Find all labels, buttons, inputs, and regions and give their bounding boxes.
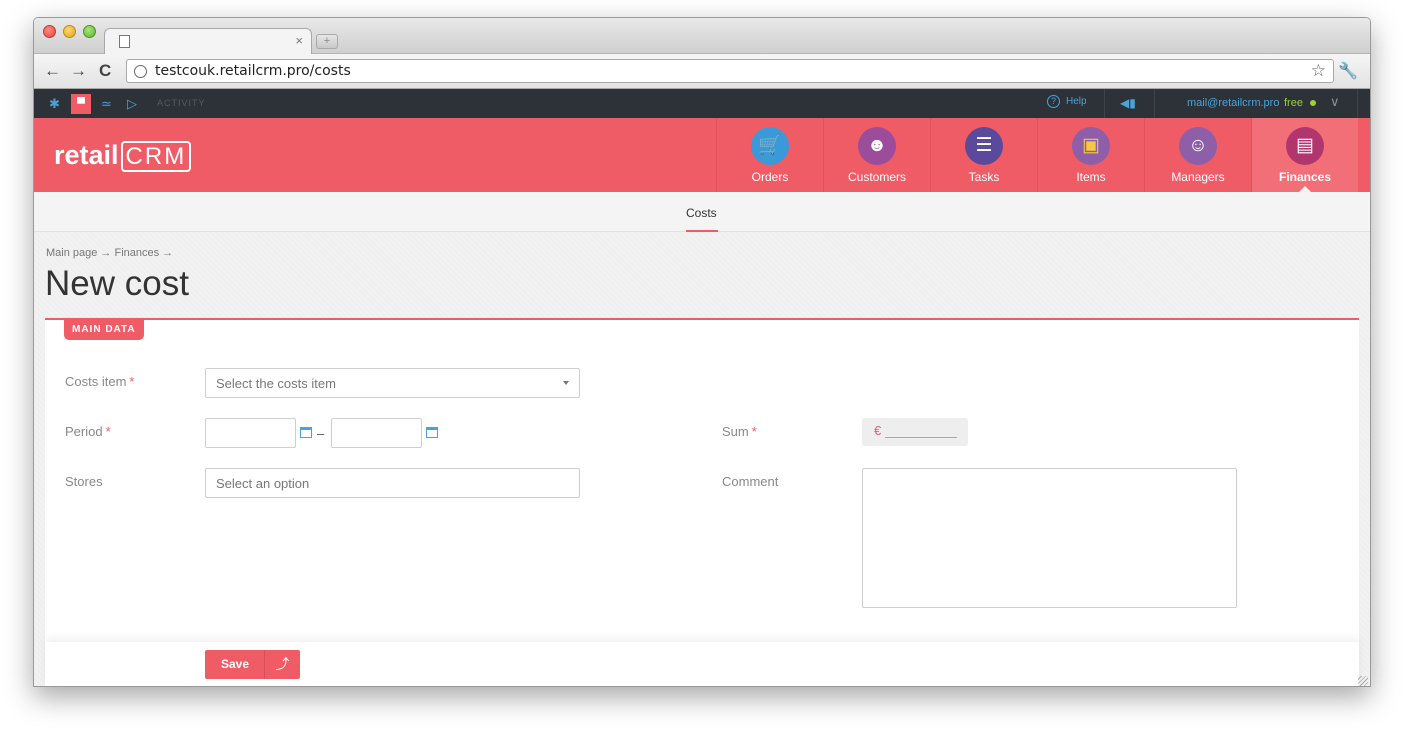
help-label: Help [1066,96,1087,107]
analytics-icon[interactable]: ≃ [101,96,112,112]
stores-placeholder: Select an option [216,476,310,491]
costs-item-label-text: Costs item [65,374,127,389]
browser-window: × + ← → C testcouk.retailcrm.pro/costs ☆… [33,17,1371,687]
close-window-button[interactable] [43,25,56,38]
tab-costs[interactable]: Costs [686,206,717,220]
tab-close-icon[interactable]: × [295,33,303,48]
period-label-text: Period [65,424,103,439]
calendar-icon[interactable] [300,427,312,438]
browser-titlebar: × + [34,18,1370,55]
form-footer: Save ⤴ [45,642,1359,686]
zoom-window-button[interactable] [83,25,96,38]
play-icon[interactable]: ▷ [127,96,137,112]
comment-label: Comment [722,474,779,489]
chat-list-icon: ☰ [965,127,1003,165]
globe-icon [134,65,147,78]
required-mark: * [751,424,757,439]
sum-underline [885,437,957,438]
nav-items[interactable]: ▣ Items [1037,118,1144,192]
cart-icon: 🛒 [751,127,789,165]
save-label: Save [220,657,250,671]
main-data-panel: MAIN DATA Costs item * Select the costs i… [45,318,1359,686]
content-area: Main page → Finances → New cost MAIN DAT… [34,232,1370,686]
section-badge: MAIN DATA [64,320,144,340]
finance-list-icon: ▤ [1286,127,1324,165]
costs-item-select[interactable]: Select the costs item [205,368,580,398]
activity-label[interactable]: ACTIVITY [157,98,206,108]
costs-item-placeholder: Select the costs item [216,376,336,391]
app-header: retail CRM 🛒 Orders ☻ Customers ☰ Tasks ▣… [34,118,1370,192]
costs-item-label: Costs item * [65,374,134,389]
nav-label: Tasks [968,170,1000,184]
save-button[interactable]: Save ⤴ [205,650,300,679]
period-start-input[interactable] [205,418,296,448]
page-icon [119,35,130,48]
help-link[interactable]: ? Help [1047,95,1087,108]
manager-icon: ☺ [1179,127,1217,165]
box-icon: ▣ [1072,127,1110,165]
question-icon: ? [1047,95,1060,108]
resize-grip-icon[interactable] [1358,676,1368,686]
sub-nav: Costs [34,192,1370,232]
new-tab-button[interactable]: + [316,34,338,49]
divider [1104,89,1105,118]
dropdown-arrow-icon [563,381,569,385]
sum-input[interactable]: € [862,418,968,446]
url-text: testcouk.retailcrm.pro/costs [155,63,351,79]
required-mark: * [105,424,111,439]
logo-text: retail [54,140,119,170]
nav-finances[interactable]: ▤ Finances [1251,118,1358,192]
required-mark: * [129,374,135,389]
address-bar[interactable]: testcouk.retailcrm.pro/costs ☆ [126,59,1334,83]
forward-arrow-icon[interactable]: → [70,61,87,81]
period-dash: – [317,426,325,441]
stores-select[interactable]: Select an option [205,468,580,498]
minimize-window-button[interactable] [63,25,76,38]
calendar-icon[interactable] [426,427,438,438]
sum-label: Sum * [722,424,757,439]
nav-orders[interactable]: 🛒 Orders [716,118,823,192]
comment-textarea[interactable] [862,468,1237,608]
gear-icon[interactable]: ✱ [49,96,60,112]
nav-customers[interactable]: ☻ Customers [823,118,930,192]
wrench-icon[interactable]: 🔧 [1338,61,1358,81]
cart-icon[interactable]: ▀ [71,94,91,114]
nav-label: Items [1076,170,1106,184]
app-topbar: ✱ ▀ ≃ ▷ ACTIVITY ? Help ◀▮ mail@retailcrm… [34,89,1370,118]
nav-label: Managers [1171,170,1225,184]
browser-tab[interactable]: × [104,28,312,55]
main-nav: 🛒 Orders ☻ Customers ☰ Tasks ▣ Items ☺ M… [716,118,1358,192]
nav-tasks[interactable]: ☰ Tasks [930,118,1037,192]
breadcrumb[interactable]: Main page → Finances → [46,247,173,259]
sum-label-text: Sum [722,424,749,439]
period-end-input[interactable] [331,418,422,448]
status-dot-icon [1310,100,1316,106]
euro-icon: € [874,423,882,438]
reload-icon[interactable]: C [99,61,111,81]
bookmark-star-icon[interactable]: ☆ [1311,61,1326,81]
divider [1357,89,1358,118]
period-label: Period * [65,424,111,439]
megaphone-icon[interactable]: ◀▮ [1120,96,1136,110]
back-arrow-icon[interactable]: ← [44,61,61,81]
user-email[interactable]: mail@retailcrm.pro [1187,97,1279,109]
nav-label: Orders [751,170,789,184]
chevron-down-icon[interactable]: ∨ [1330,94,1340,110]
plan-badge: free [1284,97,1303,109]
divider [1154,89,1155,118]
nav-label: Finances [1278,170,1332,184]
logo-crm: CRM [120,141,192,172]
browser-toolbar: ← → C testcouk.retailcrm.pro/costs ☆ 🔧 [34,54,1370,89]
stores-label: Stores [65,474,103,489]
nav-managers[interactable]: ☺ Managers [1144,118,1251,192]
page-title: New cost [45,264,189,303]
logo[interactable]: retail CRM [54,140,192,172]
app: ✱ ▀ ≃ ▷ ACTIVITY ? Help ◀▮ mail@retailcrm… [34,89,1370,686]
nav-label: Customers [847,170,906,184]
person-icon: ☻ [858,127,896,165]
save-and-exit-icon[interactable]: ⤴ [265,654,300,674]
